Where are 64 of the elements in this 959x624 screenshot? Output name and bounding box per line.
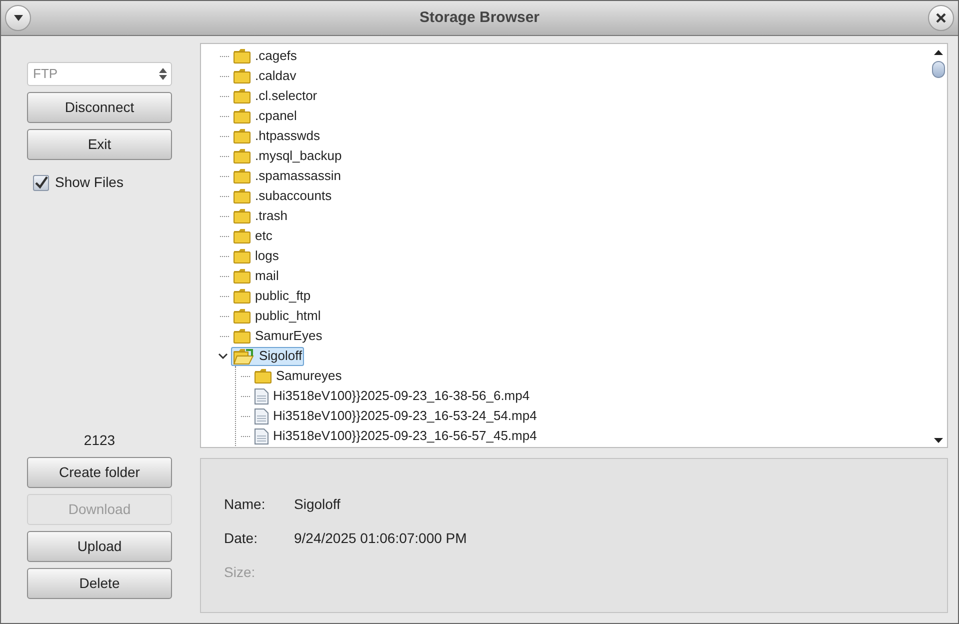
scroll-down-icon[interactable] <box>934 438 942 443</box>
action-button[interactable]: Disconnect <box>27 92 172 123</box>
tree-item[interactable]: .spamassassin <box>231 166 343 186</box>
tree-item[interactable]: .caldav <box>231 66 298 86</box>
folder-icon <box>233 308 251 324</box>
field-label: Date: <box>224 529 258 548</box>
folder-icon <box>233 248 251 264</box>
folder-icon <box>233 188 251 204</box>
tree-item[interactable]: .cagefs <box>231 46 299 66</box>
field-value: 9/24/2025 01:06:07:000 PM <box>294 529 467 548</box>
file-icon <box>254 388 269 404</box>
protocol-value: FTP <box>33 65 58 84</box>
folder-icon <box>233 128 251 144</box>
tree-item[interactable]: public_ftp <box>231 286 313 306</box>
folder-icon <box>254 368 272 384</box>
close-button[interactable] <box>928 5 954 31</box>
tree-item[interactable]: .cl.selector <box>231 86 320 106</box>
tree-item[interactable]: Hi3518eV100}}2025-09-23_16-38-56_6.mp4 <box>252 386 532 406</box>
tree-item[interactable]: .trash <box>231 206 290 226</box>
spinner-arrows-icon <box>159 68 167 80</box>
folder-icon <box>233 268 251 284</box>
folder-icon <box>233 108 251 124</box>
tree-item[interactable]: .cpanel <box>231 106 299 126</box>
folder-icon <box>233 48 251 64</box>
show-files-checkbox[interactable] <box>33 174 49 190</box>
field-label: Name: <box>224 495 266 514</box>
window-menu-button[interactable] <box>5 5 31 31</box>
action-button[interactable]: Upload <box>27 531 172 562</box>
show-files-label: Show Files <box>55 173 124 192</box>
tree-item[interactable]: Sigoloff <box>231 346 304 366</box>
tree-item[interactable]: public_html <box>231 306 323 326</box>
scroll-thumb[interactable] <box>932 61 944 78</box>
tree-item[interactable]: .htpasswds <box>231 126 322 146</box>
close-icon <box>936 13 946 23</box>
action-button[interactable]: Exit <box>27 129 172 160</box>
tree-item[interactable]: Hi3518eV100}}2025-09-23_16-56-57_45.mp4 <box>252 426 539 446</box>
folder-icon <box>233 68 251 84</box>
folder-icon <box>233 328 251 344</box>
tree-item[interactable]: Hi3518eV100}}2025-09-23_16-53-24_54.mp4 <box>252 406 539 426</box>
window-title: Storage Browser <box>419 8 540 28</box>
tree-item[interactable]: Samureyes <box>252 366 344 386</box>
action-button[interactable]: Delete <box>27 568 172 599</box>
caret-icon <box>14 15 22 21</box>
field-value: Sigoloff <box>294 495 340 514</box>
action-button[interactable]: Create folder <box>27 457 172 488</box>
open-folder-icon <box>233 348 255 364</box>
field-label: Size: <box>224 563 256 582</box>
tree-item[interactable]: etc <box>231 226 274 246</box>
file-icon <box>254 428 269 444</box>
file-icon <box>254 408 269 424</box>
tree-item[interactable]: logs <box>231 246 281 266</box>
folder-icon <box>233 288 251 304</box>
folder-icon <box>233 148 251 164</box>
tree-item[interactable]: SamurEyes <box>231 326 324 346</box>
folder-icon <box>233 88 251 104</box>
folder-icon <box>233 168 251 184</box>
tree-item[interactable]: .subaccounts <box>231 186 334 206</box>
tree-item[interactable]: .mysql_backup <box>231 146 344 166</box>
item-count: 2123 <box>82 431 116 450</box>
scroll-up-icon[interactable] <box>934 50 942 55</box>
folder-icon <box>233 228 251 244</box>
tree-item[interactable]: mail <box>231 266 281 286</box>
folder-icon <box>233 208 251 224</box>
expand-chevron-icon[interactable] <box>218 353 228 359</box>
